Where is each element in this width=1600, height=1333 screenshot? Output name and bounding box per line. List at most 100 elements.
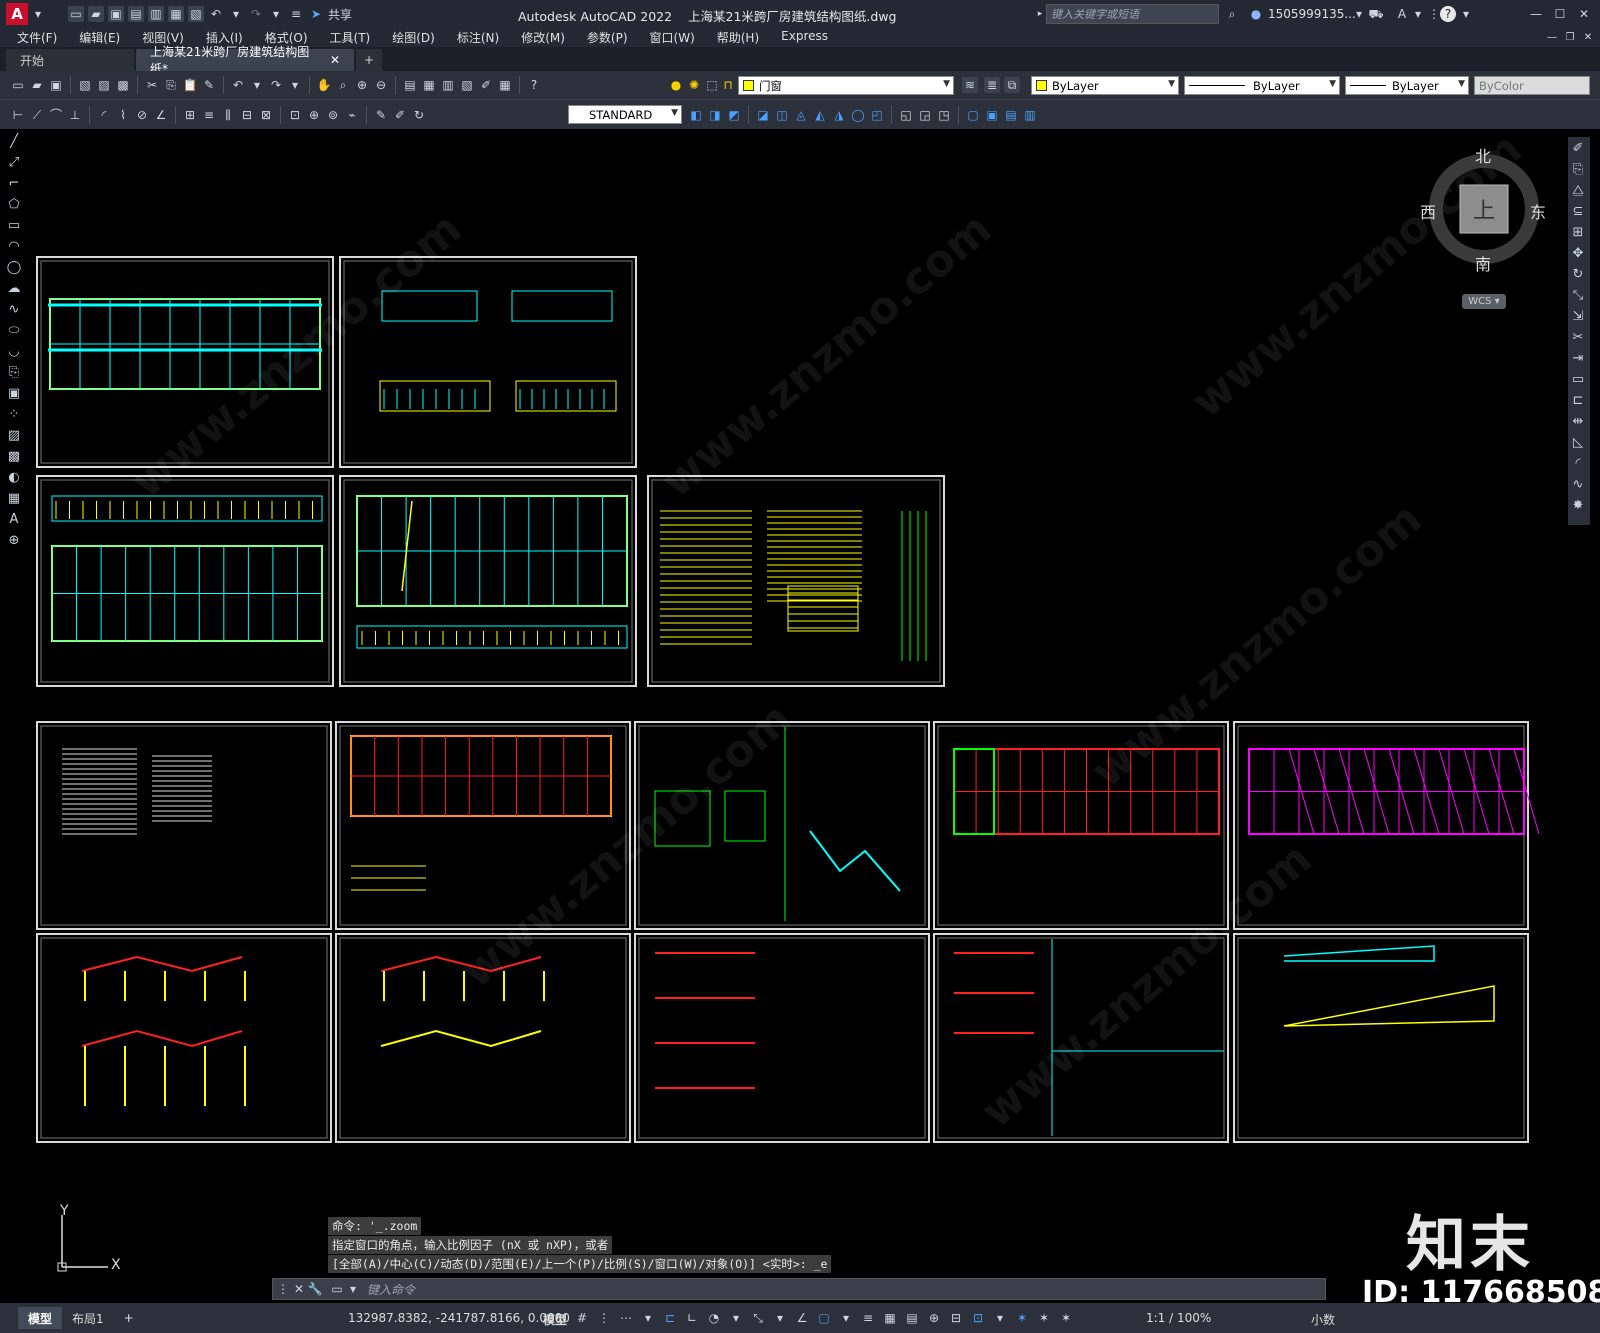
layer-bulb-icon[interactable]: ●: [668, 77, 684, 93]
share-button[interactable]: 共享: [328, 6, 352, 23]
snap-chevron-icon[interactable]: ▾: [640, 1310, 656, 1326]
new-file-icon[interactable]: ▭: [68, 6, 84, 22]
grid-chevron-icon[interactable]: ⋮: [596, 1310, 612, 1326]
add-layout-button[interactable]: +: [114, 1307, 144, 1329]
arc-length-icon[interactable]: ⌒: [48, 107, 64, 123]
undo-icon[interactable]: ↶: [208, 6, 224, 22]
selection-cycling-icon[interactable]: ▤: [904, 1310, 920, 1326]
viewcube-top-face[interactable]: 上: [1473, 193, 1495, 225]
dim-update-icon[interactable]: ↻: [411, 107, 427, 123]
intersect-icon[interactable]: ◰: [869, 107, 885, 123]
ellipse-arc-icon[interactable]: ◡: [6, 343, 22, 360]
units-readout[interactable]: 小数: [1311, 1311, 1335, 1328]
subtract-icon[interactable]: ◯: [850, 107, 866, 123]
revcloud-icon[interactable]: ☁: [6, 280, 22, 297]
menu-item[interactable]: 标注(N): [446, 29, 510, 46]
properties-icon[interactable]: ▤: [402, 77, 418, 93]
dim-text-edit-icon[interactable]: ✐: [392, 107, 408, 123]
open-file-icon[interactable]: ▰: [88, 6, 104, 22]
aligned-dim-icon[interactable]: ⟋: [29, 107, 45, 123]
app-menu-chevron-icon[interactable]: ▾: [30, 6, 46, 22]
menu-item[interactable]: 编辑(E): [68, 29, 131, 46]
sheet-set-icon[interactable]: ▧: [459, 77, 475, 93]
break-icon[interactable]: ⊏: [1570, 392, 1586, 409]
color-dropdown[interactable]: ByLayer ▼: [1031, 76, 1179, 95]
make-block-icon[interactable]: ▣: [6, 385, 22, 402]
quick-dim-icon[interactable]: ⊞: [182, 107, 198, 123]
explode-icon[interactable]: ✸: [1570, 497, 1586, 514]
table-icon[interactable]: ▦: [6, 490, 22, 507]
dyn-ucs-icon[interactable]: ∠: [794, 1310, 810, 1326]
layer-freeze-icon[interactable]: ⬚: [704, 77, 720, 93]
sweep-icon[interactable]: ◬: [793, 107, 809, 123]
recent-commands-icon[interactable]: ▭: [329, 1281, 345, 1297]
line-icon[interactable]: ╱: [6, 133, 22, 150]
baseline-icon[interactable]: ≡: [201, 107, 217, 123]
cut-icon[interactable]: ✂: [144, 77, 160, 93]
cart-icon[interactable]: ⛟: [1368, 6, 1384, 22]
menu-item[interactable]: 帮助(H): [706, 29, 770, 46]
annotation-scale[interactable]: 1:1 / 100%: [1146, 1311, 1211, 1325]
otrack-icon[interactable]: ⊕: [926, 1310, 942, 1326]
array-icon[interactable]: ⊞: [1570, 224, 1586, 241]
view-icon[interactable]: ▢: [965, 107, 981, 123]
close-icon[interactable]: ✕: [1576, 6, 1592, 22]
gizmo-chevron-icon[interactable]: ▾: [992, 1310, 1008, 1326]
annotation-visibility-icon[interactable]: ✶: [1014, 1310, 1030, 1326]
tab-start[interactable]: 开始: [6, 49, 134, 71]
radius-icon[interactable]: ◜: [96, 107, 112, 123]
command-grip-icon[interactable]: ⋮: [275, 1281, 291, 1297]
coordinates-readout[interactable]: 132987.8382, -241787.8166, 0.0000: [348, 1311, 570, 1325]
menu-item[interactable]: Express: [770, 29, 839, 46]
layer-states-icon[interactable]: ⧉: [1004, 77, 1020, 93]
layer-previous-icon[interactable]: ≣: [984, 77, 1000, 93]
make-current-layer-icon[interactable]: ≋: [962, 77, 978, 93]
open-web-icon[interactable]: ▥: [148, 6, 164, 22]
wcs-menu-button[interactable]: WCS ▾: [1462, 294, 1506, 309]
union-icon[interactable]: ◮: [831, 107, 847, 123]
diameter-icon[interactable]: ⊘: [134, 107, 150, 123]
doc-close-icon[interactable]: ✕: [1580, 30, 1596, 46]
chamfer-icon[interactable]: ◺: [1570, 434, 1586, 451]
undo-dropdown-icon[interactable]: ▾: [228, 6, 244, 22]
plot-icon[interactable]: ▧: [188, 6, 204, 22]
undo-icon[interactable]: ↶: [230, 77, 246, 93]
save-icon[interactable]: ▣: [48, 77, 64, 93]
menu-item[interactable]: 窗口(W): [639, 29, 706, 46]
new-icon[interactable]: ▭: [10, 77, 26, 93]
trim-icon[interactable]: ✂: [1570, 329, 1586, 346]
user-account[interactable]: 1505999135...: [1268, 7, 1356, 21]
viewcube[interactable]: 北 南 东 西 上: [1420, 147, 1546, 274]
menu-item[interactable]: 绘图(D): [381, 29, 446, 46]
spline-icon[interactable]: ∿: [6, 301, 22, 318]
plot-icon[interactable]: ▧: [77, 77, 93, 93]
center-mark-icon[interactable]: ⊕: [306, 107, 322, 123]
region-icon[interactable]: ◐: [6, 469, 22, 486]
linear-dim-icon[interactable]: ⊢: [10, 107, 26, 123]
redo-dropdown-icon[interactable]: ▾: [268, 6, 284, 22]
rotate-icon[interactable]: ↻: [1570, 266, 1586, 283]
command-customize-icon[interactable]: 🔧: [307, 1281, 323, 1297]
grid-icon[interactable]: #: [574, 1310, 590, 1326]
zoom-realtime-icon[interactable]: ⌕: [335, 77, 351, 93]
drawing-canvas[interactable]: [32, 131, 1564, 1301]
revolve-icon[interactable]: ◫: [774, 107, 790, 123]
match-properties-icon[interactable]: ✎: [201, 77, 217, 93]
tab-close-icon[interactable]: ✕: [330, 53, 340, 67]
tolerance-icon[interactable]: ⊡: [287, 107, 303, 123]
save-as-icon[interactable]: ▤: [128, 6, 144, 22]
redo-chevron-icon[interactable]: ▾: [287, 77, 303, 93]
transparency-icon[interactable]: ▦: [882, 1310, 898, 1326]
osnap-chevron-icon[interactable]: ▾: [838, 1310, 854, 1326]
menu-item[interactable]: 修改(M): [510, 29, 576, 46]
command-input[interactable]: 键入命令: [361, 1280, 1325, 1298]
point-icon[interactable]: ⁘: [6, 406, 22, 423]
tool-palettes-icon[interactable]: ▥: [440, 77, 456, 93]
menu-item[interactable]: 工具(T): [319, 29, 382, 46]
arc-icon[interactable]: ◠: [6, 238, 22, 255]
polar-chevron-icon[interactable]: ▾: [728, 1310, 744, 1326]
ordinate-icon[interactable]: ⊥: [67, 107, 83, 123]
wedge-icon[interactable]: ◩: [726, 107, 742, 123]
camera-icon[interactable]: ▤: [1003, 107, 1019, 123]
redo-icon[interactable]: ↷: [248, 6, 264, 22]
